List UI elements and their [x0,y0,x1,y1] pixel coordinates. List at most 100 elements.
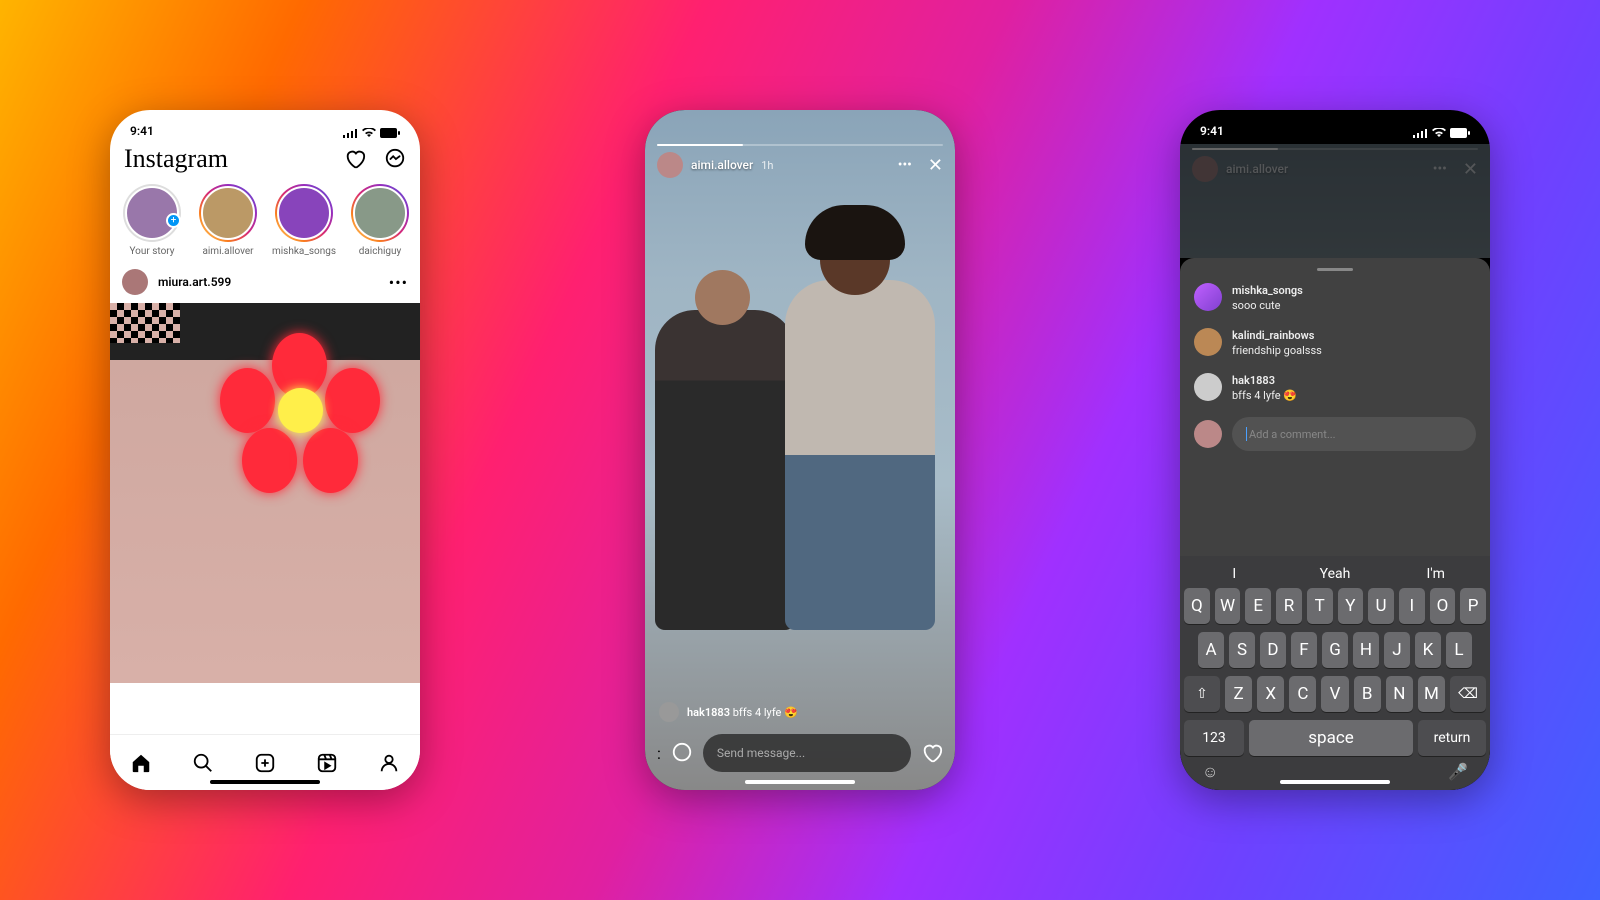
message-input[interactable]: Send message... [703,734,911,772]
key-y[interactable]: Y [1338,588,1364,624]
battery-icon [380,128,400,138]
shift-key[interactable]: ⇧ [1184,676,1220,712]
numbers-key[interactable]: 123 [1184,720,1244,756]
key-v[interactable]: V [1321,676,1348,712]
comment-input[interactable]: Add a comment... [1232,417,1476,451]
story-overlay-comment[interactable]: hak1883 bffs 4 lyfe 😍 [659,702,941,722]
avatar [1194,420,1222,448]
story-actions: : Send message... [657,734,943,772]
status-indicators [1413,128,1470,138]
phone-comments: 9:41 aimi.allover ••• ✕ mishka_songssooo… [1180,110,1490,790]
key-u[interactable]: U [1368,588,1394,624]
key-l[interactable]: L [1446,632,1472,668]
comment-icon[interactable] [671,742,693,764]
key-d[interactable]: D [1260,632,1286,668]
key-x[interactable]: X [1257,676,1284,712]
return-key[interactable]: return [1418,720,1486,756]
post-image[interactable] [110,303,420,683]
add-post-icon[interactable] [254,752,276,774]
wifi-icon [362,128,376,138]
key-q[interactable]: Q [1184,588,1210,624]
backspace-key[interactable]: ⌫ [1450,676,1486,712]
story-media[interactable] [645,110,955,790]
key-e[interactable]: E [1245,588,1271,624]
key-a[interactable]: A [1198,632,1224,668]
close-icon[interactable]: ✕ [928,155,943,176]
heart-icon[interactable] [921,742,943,764]
phone-feed: 9:41 Instagram + Your story aimi.allover… [110,110,420,790]
key-s[interactable]: S [1229,632,1255,668]
more-icon[interactable]: ••• [1433,161,1447,177]
post-header: miura.art.599 ••• [110,261,420,303]
story-item[interactable]: aimi.allover [196,184,260,257]
comment-text: hak1883 bffs 4 lyfe 😍 [687,706,798,719]
sheet-handle[interactable] [1317,268,1353,271]
keyboard: I Yeah I'm QWERTYUIOP ASDFGHJKL ⇧ ZXCVBN… [1180,556,1490,790]
key-j[interactable]: J [1384,632,1410,668]
comment-row[interactable]: hak1883bffs 4 lyfe 😍 [1194,373,1476,404]
messenger-icon[interactable] [384,148,406,170]
close-icon[interactable]: ✕ [1463,159,1478,180]
key-z[interactable]: Z [1225,676,1252,712]
suggestion[interactable]: I [1184,566,1285,582]
comment-row[interactable]: kalindi_rainbowsfriendship goalsss [1194,328,1476,359]
key-c[interactable]: C [1289,676,1316,712]
status-time: 9:41 [130,124,154,138]
home-indicator[interactable] [745,780,855,784]
story-item[interactable]: daichiguy [348,184,412,257]
stories-tray[interactable]: + Your story aimi.allover mishka_songs d… [110,180,420,261]
avatar [659,702,679,722]
comments-sheet: mishka_songssooo cute kalindi_rainbowsfr… [1180,258,1490,790]
wifi-icon [1432,128,1446,138]
keyboard-suggestions: I Yeah I'm [1184,560,1486,588]
mic-icon[interactable]: 🎤 [1448,762,1468,782]
story-dimmed-bg: aimi.allover ••• ✕ [1180,144,1490,258]
avatar [1194,283,1222,311]
key-r[interactable]: R [1276,588,1302,624]
signal-icon [343,128,358,138]
suggestion[interactable]: Yeah [1285,566,1386,582]
post-username[interactable]: miura.art.599 [158,275,379,289]
emoji-icon[interactable]: ☺ [1202,762,1218,782]
key-h[interactable]: H [1353,632,1379,668]
key-m[interactable]: M [1418,676,1445,712]
profile-icon[interactable] [378,752,400,774]
key-p[interactable]: P [1460,588,1486,624]
space-key[interactable]: space [1249,720,1413,756]
battery-icon [1450,128,1470,138]
home-indicator[interactable] [1280,780,1390,784]
status-indicators [343,128,400,138]
search-icon[interactable] [192,752,214,774]
key-g[interactable]: G [1322,632,1348,668]
home-icon[interactable] [130,752,152,774]
key-b[interactable]: B [1354,676,1381,712]
status-time: 9:41 [1200,124,1224,138]
story-item[interactable]: mishka_songs [272,184,336,257]
story-progress [657,144,943,146]
key-t[interactable]: T [1307,588,1333,624]
key-i[interactable]: I [1399,588,1425,624]
story-your-story[interactable]: + Your story [120,184,184,257]
story-username[interactable]: aimi.allover [691,158,753,172]
avatar[interactable] [657,152,683,178]
key-o[interactable]: O [1430,588,1456,624]
story-time: 1h [761,159,890,172]
status-bar: 9:41 [110,110,420,138]
avatar [1194,328,1222,356]
suggestion[interactable]: I'm [1385,566,1486,582]
avatar[interactable] [122,269,148,295]
plus-icon[interactable]: + [166,213,181,228]
heart-icon[interactable] [344,148,366,170]
key-k[interactable]: K [1415,632,1441,668]
instagram-logo[interactable]: Instagram [124,144,228,174]
story-username: aimi.allover [1226,162,1288,176]
more-icon[interactable]: ••• [389,273,408,292]
home-indicator[interactable] [210,780,320,784]
key-w[interactable]: W [1215,588,1241,624]
comment-row[interactable]: mishka_songssooo cute [1194,283,1476,314]
more-icon[interactable]: ••• [898,157,912,173]
signal-icon [1413,128,1428,138]
key-f[interactable]: F [1291,632,1317,668]
reels-icon[interactable] [316,752,338,774]
key-n[interactable]: N [1386,676,1413,712]
